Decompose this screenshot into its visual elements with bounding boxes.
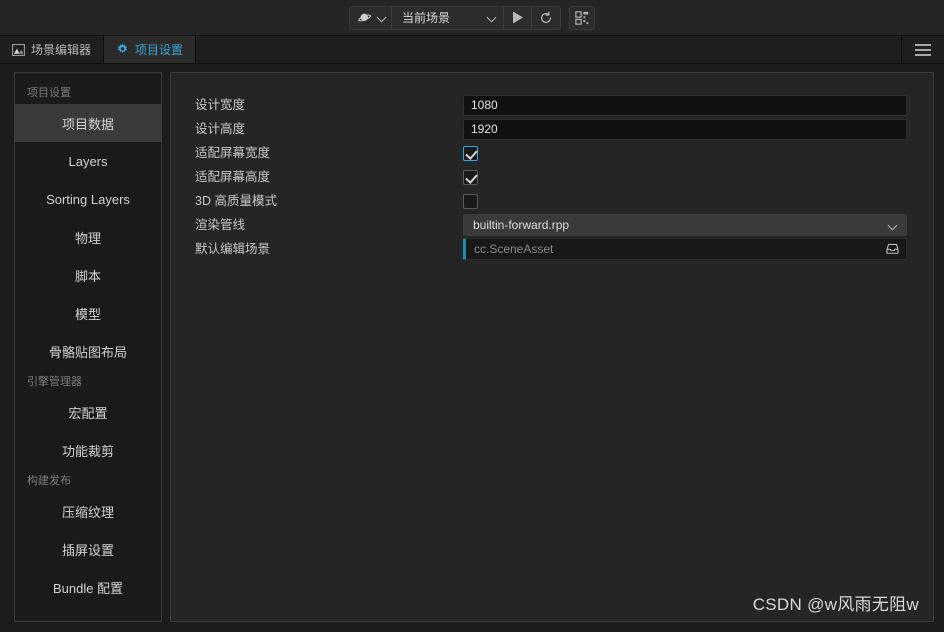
qr-code-icon xyxy=(575,10,589,25)
scene-select-value: 当前场景 xyxy=(402,11,451,25)
control-design-width xyxy=(463,93,907,117)
refresh-icon xyxy=(539,10,553,25)
label-render-pipeline: 渲染管线 xyxy=(195,218,246,232)
hamburger-line xyxy=(915,48,931,51)
form-row-fit-screen-width: 适配屏幕宽度 xyxy=(195,141,907,165)
sidebar-item-label: 模型 xyxy=(74,306,101,322)
label-default-scene: 默认编辑场景 xyxy=(195,242,271,256)
render-pipeline-select[interactable]: builtin-forward.rpp xyxy=(463,214,907,236)
label-3d-high-quality: 3D 高质量模式 xyxy=(195,194,277,208)
scene-image-icon xyxy=(12,43,25,56)
form-row-fit-screen-height: 适配屏幕高度 xyxy=(195,165,907,189)
sidebar-item-label: 项目数据 xyxy=(61,116,114,132)
fit-screen-height-checkbox[interactable] xyxy=(463,169,478,185)
gear-icon xyxy=(116,43,129,56)
default-scene-asset-field[interactable]: cc.SceneAsset xyxy=(463,238,907,260)
settings-body: 项目设置 项目数据 Layers Sorting Layers 物理 脚本 模型… xyxy=(0,64,944,632)
chevron-down-icon xyxy=(488,13,497,22)
control-design-height xyxy=(463,117,907,141)
csdn-watermark: CSDN @w风雨无阻w xyxy=(752,595,919,614)
sidebar-item-label: 脚本 xyxy=(74,268,101,284)
hamburger-line xyxy=(915,43,931,46)
sidebar-item-texture-compress[interactable]: 压缩纹理 xyxy=(15,492,161,530)
control-render-pipeline: builtin-forward.rpp xyxy=(463,213,907,237)
chevron-down-icon xyxy=(378,13,387,22)
sidebar-group-title-engine: 引擎管理器 xyxy=(27,376,82,388)
refresh-button[interactable] xyxy=(532,7,560,29)
control-3d-high-quality xyxy=(463,189,907,213)
tab-scene-editor[interactable]: 场景编辑器 xyxy=(0,36,105,63)
control-fit-screen-height xyxy=(463,165,907,189)
sidebar-item-model[interactable]: 模型 xyxy=(15,294,161,332)
sidebar-item-physics[interactable]: 物理 xyxy=(15,218,161,256)
tab-project-settings[interactable]: 项目设置 xyxy=(104,36,197,63)
sidebar-item-scripts[interactable]: 脚本 xyxy=(15,256,161,294)
3d-high-quality-checkbox[interactable] xyxy=(463,193,478,209)
sidebar-item-macro-config[interactable]: 宏配置 xyxy=(15,393,161,431)
tab-project-settings-label: 项目设置 xyxy=(135,43,184,57)
label-fit-screen-height: 适配屏幕高度 xyxy=(195,170,271,184)
sidebar-item-sorting-layers[interactable]: Sorting Layers xyxy=(15,180,161,218)
project-data-form: 设计宽度 设计高度 适配屏幕宽度 xyxy=(171,73,933,261)
sidebar-item-label: Sorting Layers xyxy=(46,191,130,207)
sidebar-item-layers[interactable]: Layers xyxy=(15,142,161,180)
render-pipeline-value: builtin-forward.rpp xyxy=(473,218,570,232)
hamburger-menu-icon[interactable] xyxy=(902,36,944,63)
sidebar-item-label: Layers xyxy=(68,153,108,169)
sidebar-item-label: 压缩纹理 xyxy=(61,504,114,520)
default-scene-placeholder: cc.SceneAsset xyxy=(474,242,554,256)
top-toolbar: 当前场景 xyxy=(0,0,944,36)
sidebar-group-title-project: 项目设置 xyxy=(27,87,71,99)
sidebar-item-label: 插屏设置 xyxy=(61,542,114,558)
sidebar-item-label: 骨骼贴图布局 xyxy=(48,344,127,360)
play-icon xyxy=(512,11,524,24)
planet-icon xyxy=(358,11,372,25)
sidebar-group-title-build: 构建发布 xyxy=(27,475,71,487)
design-height-input[interactable] xyxy=(463,118,907,140)
qr-code-button[interactable] xyxy=(569,5,595,30)
form-row-default-scene: 默认编辑场景 cc.SceneAsset xyxy=(195,237,907,261)
preview-toolbar-group: 当前场景 xyxy=(349,5,561,30)
form-row-3d-high-quality: 3D 高质量模式 xyxy=(195,189,907,213)
sidebar-item-bundle-config[interactable]: Bundle 配置 xyxy=(15,568,161,606)
sidebar-item-skeleton-atlas[interactable]: 骨骼贴图布局 xyxy=(15,332,161,370)
editor-tabbar: 场景编辑器 项目设置 xyxy=(0,36,944,64)
form-row-design-width: 设计宽度 xyxy=(195,93,907,117)
label-design-height: 设计高度 xyxy=(195,122,246,136)
label-design-width: 设计宽度 xyxy=(195,98,246,112)
scene-select[interactable]: 当前场景 xyxy=(392,6,504,29)
sidebar-item-splash-screen[interactable]: 插屏设置 xyxy=(15,530,161,568)
design-width-input[interactable] xyxy=(463,94,907,116)
sidebar-item-label: 物理 xyxy=(74,230,101,246)
project-settings-window: 当前场景 场景编辑器 项目设置 项目设置 项目数据 Layers Sorting… xyxy=(0,0,944,632)
chevron-down-icon xyxy=(889,221,898,230)
hamburger-line xyxy=(915,53,931,56)
form-row-design-height: 设计高度 xyxy=(195,117,907,141)
settings-main-panel: 设计宽度 设计高度 适配屏幕宽度 xyxy=(170,72,934,622)
play-button[interactable] xyxy=(504,6,532,29)
label-fit-screen-width: 适配屏幕宽度 xyxy=(195,146,271,160)
form-row-render-pipeline: 渲染管线 builtin-forward.rpp xyxy=(195,213,907,237)
sidebar-item-label: 宏配置 xyxy=(68,405,108,421)
control-default-scene: cc.SceneAsset xyxy=(463,237,907,261)
sidebar-item-label: Bundle 配置 xyxy=(52,580,124,596)
sidebar-item-project-data[interactable]: 项目数据 xyxy=(15,104,161,142)
tray-icon[interactable] xyxy=(886,243,899,255)
settings-sidebar: 项目设置 项目数据 Layers Sorting Layers 物理 脚本 模型… xyxy=(14,72,162,622)
sidebar-item-feature-cropping[interactable]: 功能裁剪 xyxy=(15,431,161,469)
sidebar-item-label: 功能裁剪 xyxy=(61,443,114,459)
fit-screen-width-checkbox[interactable] xyxy=(463,145,478,161)
preview-device-selector[interactable] xyxy=(350,6,392,29)
tabbar-spacer xyxy=(196,36,902,63)
control-fit-screen-width xyxy=(463,141,907,165)
tab-scene-editor-label: 场景编辑器 xyxy=(31,43,92,57)
